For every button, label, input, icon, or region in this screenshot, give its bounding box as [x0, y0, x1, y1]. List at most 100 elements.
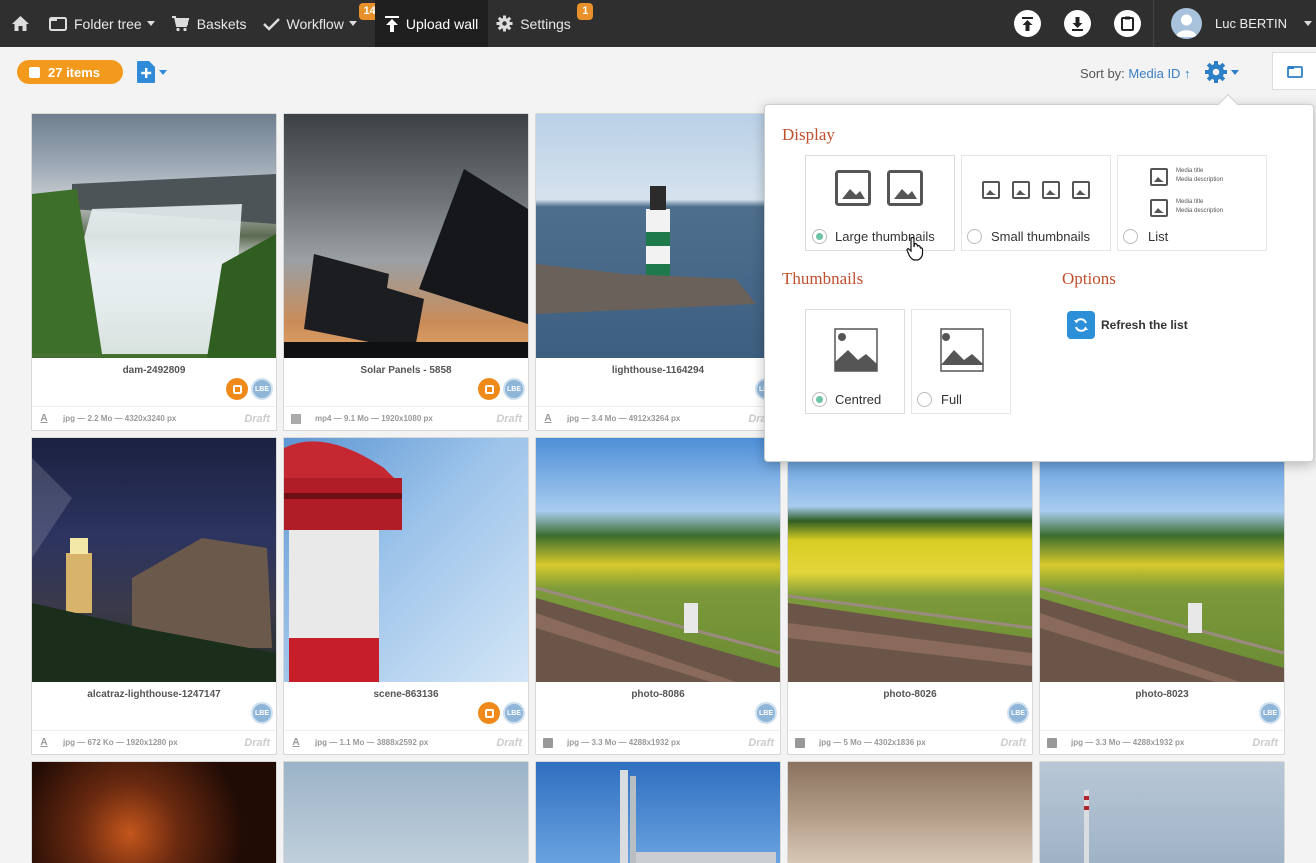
nav-upload-wall[interactable]: Upload wall: [374, 0, 489, 47]
media-meta: mp4 — 9.1 Mo — 1920x1080 px: [315, 414, 433, 423]
select-all-items-button[interactable]: 27 items: [17, 60, 123, 84]
media-thumbnail[interactable]: [1040, 438, 1284, 682]
user-icon: [1175, 14, 1197, 37]
centred-option[interactable]: Centred: [805, 309, 905, 414]
full-thumbnail-icon: [940, 328, 984, 372]
centred-radio[interactable]: [812, 392, 827, 407]
media-footer: A jpg — 2.2 Mo — 4320x3240 px Draft: [32, 406, 276, 430]
divider: [1152, 0, 1154, 47]
media-thumbnail[interactable]: [32, 762, 276, 863]
top-right-actions: Luc BERTIN: [1013, 0, 1316, 47]
media-badges: LBE: [475, 702, 525, 724]
download-button[interactable]: [1063, 10, 1091, 37]
small-thumbnails-radio[interactable]: [967, 229, 982, 244]
checkmark-icon: [262, 17, 280, 31]
avatar[interactable]: [1170, 8, 1202, 39]
home-button[interactable]: [0, 0, 41, 47]
image-type-icon: [1047, 737, 1057, 748]
popover-arrow: [1218, 94, 1238, 114]
owner-badge: LBE: [251, 378, 273, 400]
folder-panel-tab[interactable]: [1272, 52, 1316, 90]
large-thumbnails-radio[interactable]: [812, 229, 827, 244]
copy-icon[interactable]: [226, 378, 248, 400]
user-name[interactable]: Luc BERTIN: [1215, 16, 1287, 31]
media-name: lighthouse-1164294: [611, 365, 705, 376]
media-card[interactable]: alcatraz-lighthouse-1247147 LBE A jpg — …: [31, 437, 277, 755]
media-name: photo-8086: [631, 689, 685, 700]
media-card[interactable]: photo-8023 LBE jpg — 3.3 Mo — 4288x1932 …: [1039, 437, 1285, 755]
list-option[interactable]: Media title Media description Media titl…: [1117, 155, 1267, 251]
media-card[interactable]: dam-2492809 LBE A jpg — 2.2 Mo — 4320x32…: [31, 113, 277, 431]
sort-by-control[interactable]: Sort by: Media ID ↑: [1080, 66, 1191, 81]
list-radio[interactable]: [1123, 229, 1138, 244]
full-label: Full: [941, 392, 962, 407]
media-thumbnail[interactable]: [1040, 762, 1284, 863]
chevron-down-icon: [348, 21, 357, 26]
media-card[interactable]: [787, 761, 1033, 863]
nav-baskets[interactable]: Baskets: [163, 0, 255, 47]
sort-by-label: Sort by:: [1080, 66, 1125, 81]
upload-button[interactable]: [1013, 10, 1041, 37]
chevron-down-icon: [159, 69, 167, 75]
media-card[interactable]: photo-8086 LBE jpg — 3.3 Mo — 4288x1932 …: [535, 437, 781, 755]
add-media-button[interactable]: [137, 61, 167, 83]
media-name: photo-8023: [1135, 689, 1189, 700]
media-status: Draft: [496, 413, 522, 425]
media-card[interactable]: [283, 761, 529, 863]
media-badges: LBE: [1004, 702, 1029, 724]
factory-image: [620, 770, 776, 863]
large-thumbnails-option[interactable]: Large thumbnails: [805, 155, 955, 251]
select-all-checkbox[interactable]: [29, 66, 40, 78]
media-thumbnail[interactable]: [788, 438, 1032, 682]
list-preview-title: Media title: [1176, 199, 1204, 205]
owner-badge: LBE: [503, 702, 525, 724]
display-settings-popover: Display Large thumbnails Small thumbnail…: [764, 94, 1314, 462]
nav-folder-tree[interactable]: Folder tree: [41, 0, 163, 47]
clipboard-icon: [1120, 16, 1134, 31]
copy-icon[interactable]: [478, 378, 500, 400]
media-card[interactable]: scene-863136 LBE A jpg — 1.1 Mo — 3888x2…: [283, 437, 529, 755]
media-card[interactable]: Solar Panels - 5858 LBE mp4 — 9.1 Mo — 1…: [283, 113, 529, 431]
media-thumbnail[interactable]: [788, 762, 1032, 863]
media-badges: LBE: [752, 702, 777, 724]
media-thumbnail[interactable]: [284, 438, 528, 682]
small-thumbnails-label: Small thumbnails: [991, 229, 1090, 244]
media-footer: A jpg — 672 Ko — 1920x1280 px Draft: [32, 730, 276, 754]
chevron-down-icon[interactable]: [1304, 21, 1312, 26]
nav-workflow[interactable]: Workflow 14: [255, 0, 381, 47]
upload-icon: [1021, 16, 1033, 31]
media-card[interactable]: [31, 761, 277, 863]
sort-by-value[interactable]: Media ID ↑: [1128, 66, 1190, 81]
display-section-title: Display: [782, 125, 835, 144]
media-thumbnail[interactable]: [536, 438, 780, 682]
media-thumbnail[interactable]: [536, 762, 780, 863]
media-card[interactable]: [1039, 761, 1285, 863]
media-badges: LBE: [223, 378, 273, 400]
media-name: alcatraz-lighthouse-1247147: [87, 689, 221, 700]
media-card[interactable]: [535, 761, 781, 863]
media-card[interactable]: photo-8026 LBE jpg — 5 Mo — 4302x1836 px…: [787, 437, 1033, 755]
media-meta: jpg — 3.3 Mo — 4288x1932 px: [1071, 738, 1185, 747]
small-thumbnails-option[interactable]: Small thumbnails: [961, 155, 1111, 251]
image-type-icon: [795, 737, 805, 748]
refresh-list-button[interactable]: Refresh the list: [1067, 311, 1188, 339]
lighthouse-image: [536, 186, 756, 314]
media-thumbnail[interactable]: [284, 762, 528, 863]
settings-count-badge: 1: [577, 3, 594, 20]
media-status: Draft: [244, 413, 270, 425]
owner-badge: LBE: [1007, 702, 1029, 724]
full-option[interactable]: Full: [911, 309, 1011, 414]
media-thumbnail[interactable]: [284, 114, 528, 358]
media-status: Draft: [748, 737, 774, 749]
media-thumbnail[interactable]: [32, 114, 276, 358]
full-radio[interactable]: [917, 392, 932, 407]
media-thumbnail[interactable]: [32, 438, 276, 682]
text-type-icon: A: [40, 413, 48, 424]
nav-folder-tree-label: Folder tree: [74, 15, 142, 32]
media-card[interactable]: lighthouse-1164294 LBE A jpg — 3.4 Mo — …: [535, 113, 781, 431]
clipboard-button[interactable]: [1113, 10, 1141, 37]
media-thumbnail[interactable]: [536, 114, 780, 358]
nav-settings[interactable]: Settings 1: [488, 0, 601, 47]
copy-icon[interactable]: [478, 702, 500, 724]
display-settings-button[interactable]: [1204, 60, 1239, 84]
